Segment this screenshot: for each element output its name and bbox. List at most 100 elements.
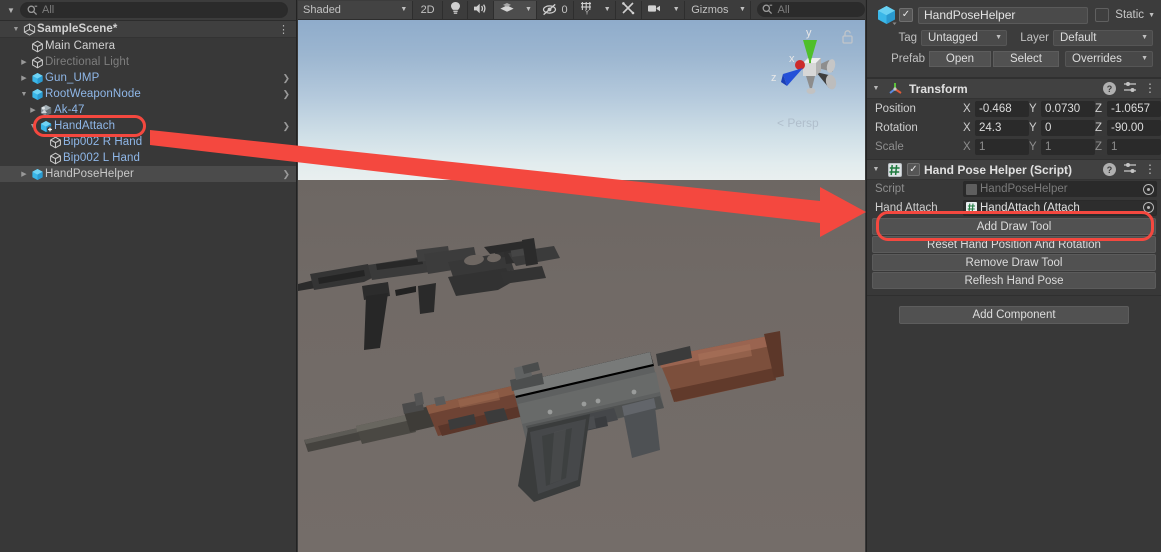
- hierarchy-item-gun-ump[interactable]: ▶ Gun_UMP ❯: [0, 70, 296, 86]
- scene-camera-button[interactable]: [642, 1, 668, 19]
- transform-rotation-z-input[interactable]: -90.00: [1107, 119, 1161, 136]
- scene-camera-dropdown[interactable]: ▼: [668, 0, 686, 19]
- layer-dropdown[interactable]: Default ▼: [1053, 29, 1153, 46]
- open-prefab-chevron-icon[interactable]: ❯: [282, 166, 290, 182]
- prefab-select-button[interactable]: Select: [993, 50, 1059, 67]
- transform-rotation-x-input[interactable]: 24.3: [975, 119, 1029, 136]
- object-picker-icon[interactable]: [1143, 202, 1154, 213]
- chevron-down-icon[interactable]: ▼: [867, 85, 885, 92]
- reflesh-hand-pose-button[interactable]: Reflesh Hand Pose: [872, 272, 1156, 289]
- hierarchy-scene-row[interactable]: ▼ SampleScene* ⋮: [0, 21, 296, 38]
- prefab-overrides-dropdown[interactable]: Overrides ▼: [1065, 50, 1153, 67]
- transform-scale-y-input[interactable]: 1: [1041, 138, 1095, 155]
- chevron-down-icon[interactable]: ▼: [27, 118, 39, 134]
- scene-search-input[interactable]: All: [757, 2, 865, 17]
- z-axis-label: Z: [1095, 140, 1103, 153]
- scene-projection-label[interactable]: < Persp: [777, 116, 819, 130]
- chevron-right-icon[interactable]: ▶: [18, 70, 30, 86]
- hierarchy-item-bip002-l-hand[interactable]: Bip002 L Hand: [0, 150, 296, 166]
- add-draw-tool-button[interactable]: Add Draw Tool: [872, 218, 1156, 235]
- view-2d-label: 2D: [420, 3, 435, 16]
- hand-pose-helper-component-header[interactable]: ▼ ✓ Hand Pose Helper (Script) ? ⋮: [867, 159, 1161, 180]
- cs-script-badge-icon: [966, 202, 977, 213]
- chevron-right-icon[interactable]: ▶: [18, 54, 30, 70]
- hierarchy-create-menu-icon[interactable]: ▼: [4, 1, 18, 19]
- open-prefab-chevron-icon[interactable]: ❯: [282, 86, 290, 102]
- tag-dropdown[interactable]: Untagged ▼: [921, 29, 1007, 46]
- transform-position-z-input[interactable]: -1.0657: [1107, 100, 1161, 117]
- prefab-model-icon: [39, 102, 54, 118]
- chevron-right-icon[interactable]: ▶: [18, 166, 30, 182]
- open-prefab-chevron-icon[interactable]: ❯: [282, 70, 290, 86]
- open-prefab-chevron-icon[interactable]: ❯: [282, 118, 290, 134]
- transform-scale-label: Scale: [875, 140, 904, 153]
- transform-position-y-input[interactable]: 0.0730: [1041, 100, 1095, 117]
- hierarchy-item-bip002-r-hand[interactable]: Bip002 R Hand: [0, 134, 296, 150]
- chevron-down-icon[interactable]: ▼: [1148, 12, 1155, 19]
- transform-rotation-y-input[interactable]: 0: [1041, 119, 1095, 136]
- inspector-panel: ✓ HandPoseHelper Static ▼ Tag Untagged ▼…: [866, 0, 1161, 552]
- hierarchy-item-ak-47[interactable]: ▶ Ak-47: [0, 102, 296, 118]
- preset-sliders-icon[interactable]: [1123, 162, 1137, 177]
- hierarchy-search-input[interactable]: All: [20, 2, 288, 18]
- hand-attach-label: Hand Attach: [875, 201, 938, 214]
- gameobject-name-input[interactable]: HandPoseHelper: [918, 6, 1089, 24]
- kebab-menu-icon[interactable]: ⋮: [1144, 163, 1156, 175]
- gizmos-button[interactable]: Gizmos: [685, 1, 734, 19]
- scene-audio-toggle[interactable]: [468, 0, 495, 19]
- scene-kebab-menu-icon[interactable]: ⋮: [278, 21, 289, 38]
- hierarchy-item-rootweaponnode[interactable]: ▼ RootWeaponNode ❯: [0, 86, 296, 102]
- hierarchy-item-handattach[interactable]: ▼ HandAttach ❯: [0, 118, 296, 134]
- static-checkbox[interactable]: [1095, 8, 1110, 22]
- ak47-model: [304, 331, 784, 502]
- prefab-open-button[interactable]: Open: [929, 50, 991, 67]
- hierarchy-item-label: Bip002 L Hand: [63, 152, 140, 164]
- scene-grid-dropdown[interactable]: ▼: [599, 0, 617, 19]
- gameobject-enabled-checkbox[interactable]: ✓: [899, 8, 913, 22]
- perspective-text: Persp: [787, 116, 819, 130]
- svg-text:y: y: [806, 27, 812, 39]
- scene-fx-toggle[interactable]: [494, 0, 521, 19]
- kebab-menu-icon[interactable]: ⋮: [1144, 82, 1156, 94]
- transform-title: Transform: [909, 81, 968, 96]
- transform-position-x-input[interactable]: -0.468: [975, 100, 1029, 117]
- gizmos-dropdown[interactable]: ▼: [734, 0, 752, 19]
- prefab-row: Prefab Open Select Overrides ▼: [873, 49, 1155, 68]
- hand-attach-object-field[interactable]: HandAttach (Attach: [963, 199, 1157, 216]
- hierarchy-item-directional-light[interactable]: ▶ Directional Light: [0, 54, 296, 70]
- scene-grid-button[interactable]: Y: [574, 1, 600, 19]
- eye-slash-icon: [542, 3, 558, 16]
- scene-orientation-gizmo[interactable]: y x z < Persp: [759, 24, 859, 142]
- hierarchy-tree: ▼ SampleScene* ⋮ Main Camera ▶ Directional…: [0, 21, 296, 182]
- script-reference-row: Script HandPoseHelper: [867, 180, 1161, 198]
- chevron-right-icon[interactable]: ▶: [27, 102, 39, 118]
- toggle-2d-button[interactable]: 2D: [413, 0, 443, 19]
- add-component-button[interactable]: Add Component: [899, 306, 1129, 324]
- scene-view-panel: Shaded ▼ 2D ▼ 0 Y ▼ ▼ Gizmos ▼ All y x z…: [298, 0, 865, 552]
- hierarchy-item-main-camera[interactable]: Main Camera: [0, 38, 296, 54]
- checkmark-icon: ✓: [909, 163, 918, 175]
- component-enabled-checkbox[interactable]: ✓: [907, 163, 920, 176]
- chevron-down-icon[interactable]: ▼: [10, 21, 22, 37]
- transform-component-header[interactable]: ▼ Transform ? ⋮: [867, 78, 1161, 99]
- chevron-down-icon: ▼: [995, 34, 1002, 41]
- transform-scale-x-input[interactable]: 1: [975, 138, 1029, 155]
- reset-hand-position-and-rotation-button[interactable]: Reset Hand Position And Rotation: [872, 236, 1156, 253]
- help-icon[interactable]: ?: [1103, 82, 1116, 95]
- preset-sliders-icon[interactable]: [1123, 81, 1137, 96]
- hierarchy-item-handposehelper[interactable]: ▶ HandPoseHelper ❯: [0, 166, 296, 182]
- scene-lighting-toggle[interactable]: [443, 0, 469, 19]
- scene-snap-tools-button[interactable]: [616, 0, 643, 19]
- scene-fx-dropdown[interactable]: ▼: [520, 0, 538, 19]
- remove-draw-tool-button[interactable]: Remove Draw Tool: [872, 254, 1156, 271]
- hidden-objects-count: 0: [561, 3, 568, 16]
- chevron-down-icon[interactable]: ▼: [867, 166, 885, 173]
- hand-pose-helper-title: Hand Pose Helper (Script): [924, 162, 1073, 177]
- scene-hidden-objects-toggle[interactable]: 0: [537, 0, 574, 19]
- object-picker-icon[interactable]: [1143, 183, 1154, 195]
- scene-viewport[interactable]: y x z < Persp: [298, 20, 865, 552]
- help-icon[interactable]: ?: [1103, 163, 1116, 176]
- chevron-down-icon[interactable]: ▼: [18, 86, 30, 102]
- shading-mode-dropdown[interactable]: Shaded ▼: [298, 0, 414, 19]
- transform-scale-z-input[interactable]: 1: [1107, 138, 1161, 155]
